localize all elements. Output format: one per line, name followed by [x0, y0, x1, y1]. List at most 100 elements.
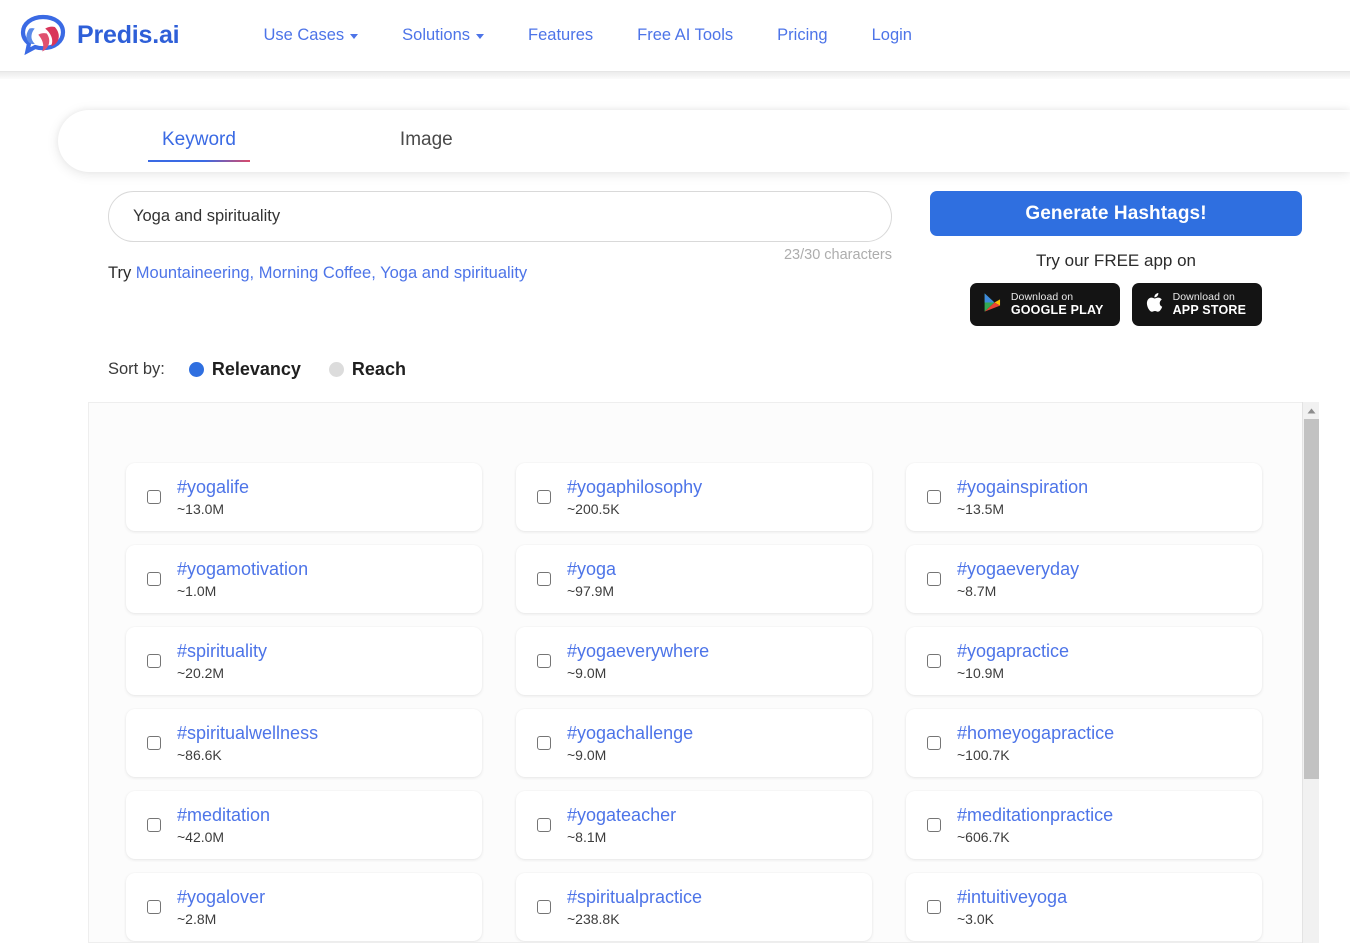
hashtag-checkbox[interactable] — [927, 736, 941, 750]
hashtag-reach-count: ~8.7M — [957, 583, 1079, 600]
nav-item-pricing[interactable]: Pricing — [755, 16, 849, 55]
hashtag-checkbox[interactable] — [927, 572, 941, 586]
hashtag-card-body: #yogaphilosophy~200.5K — [567, 477, 702, 518]
nav-item-use-cases[interactable]: Use Cases — [241, 16, 380, 55]
sort-by-label: Sort by: — [108, 360, 165, 379]
hashtag-card[interactable]: #meditationpractice~606.7K — [906, 791, 1262, 859]
hashtag-card[interactable]: #yogalover~2.8M — [126, 873, 482, 941]
hashtag-checkbox[interactable] — [537, 818, 551, 832]
tab-image[interactable]: Image — [398, 125, 455, 158]
keyword-search-input[interactable] — [108, 191, 892, 242]
hashtag-checkbox[interactable] — [147, 654, 161, 668]
try-suggestions: Try Mountaineering, Morning Coffee, Yoga… — [108, 264, 527, 283]
hashtag-card[interactable]: #yogaeverywhere ~9.0M — [516, 627, 872, 695]
hashtag-checkbox[interactable] — [147, 572, 161, 586]
hashtag-reach-count: ~9.0M — [567, 665, 709, 682]
hashtag-card[interactable]: #yogaeveryday ~8.7M — [906, 545, 1262, 613]
hashtag-checkbox[interactable] — [927, 654, 941, 668]
scrollbar-up-button[interactable] — [1303, 402, 1319, 419]
hashtag-card-body: #intuitiveyoga~3.0K — [957, 887, 1067, 928]
brand-logo-link[interactable]: Predis.ai — [18, 14, 179, 58]
hashtag-card[interactable]: #yogainspiration~13.5M — [906, 463, 1262, 531]
hashtag-card[interactable]: #yogamotivation~1.0M — [126, 545, 482, 613]
hashtag-card-body: #yoga~97.9M — [567, 559, 616, 600]
hashtag-card-body: #spiritualpractice~238.8K — [567, 887, 702, 928]
nav-item-login[interactable]: Login — [850, 16, 934, 55]
hashtag-card[interactable]: #meditation~42.0M — [126, 791, 482, 859]
nav-item-solutions[interactable]: Solutions — [380, 16, 506, 55]
hashtag-card-body: #yogapractice~10.9M — [957, 641, 1069, 682]
radio-relevancy-icon[interactable] — [189, 362, 204, 377]
radio-reach-icon[interactable] — [329, 362, 344, 377]
top-navigation-bar: Predis.ai Use Cases Solutions Features F… — [0, 0, 1350, 71]
hashtag-checkbox[interactable] — [927, 900, 941, 914]
nav-item-free-ai-tools[interactable]: Free AI Tools — [615, 16, 755, 55]
tab-bar: Keyword Image — [58, 110, 1350, 172]
hashtag-checkbox[interactable] — [927, 818, 941, 832]
hashtag-name: #yogaeverywhere — [567, 641, 709, 662]
character-counter: 23/30 characters — [784, 247, 892, 263]
hashtag-card[interactable]: #spirituality ~20.2M — [126, 627, 482, 695]
hashtag-name: #spiritualwellness — [177, 723, 318, 744]
scrollbar-thumb[interactable] — [1304, 419, 1319, 779]
hashtag-card-body: #yogateacher~8.1M — [567, 805, 676, 846]
hashtag-checkbox[interactable] — [927, 490, 941, 504]
sort-option-relevancy[interactable]: Relevancy — [189, 359, 301, 380]
hashtag-checkbox[interactable] — [147, 900, 161, 914]
hashtag-checkbox[interactable] — [537, 490, 551, 504]
hashtag-checkbox[interactable] — [537, 900, 551, 914]
suggestion-separator: , — [371, 264, 380, 282]
sort-option-reach-label: Reach — [352, 359, 406, 380]
hashtag-card-body: #spiritualwellness ~86.6K — [177, 723, 318, 764]
results-scrollbar[interactable] — [1302, 402, 1319, 943]
tab-keyword[interactable]: Keyword — [160, 125, 238, 158]
nav-item-solutions-label: Solutions — [402, 26, 470, 45]
hashtag-checkbox[interactable] — [537, 736, 551, 750]
hashtag-name: #yogalife — [177, 477, 249, 498]
try-our-free-app-label: Try our FREE app on — [930, 251, 1302, 271]
hashtag-card[interactable]: #yogateacher~8.1M — [516, 791, 872, 859]
suggestion-morning-coffee[interactable]: Morning Coffee — [259, 264, 372, 282]
hashtag-name: #yogateacher — [567, 805, 676, 826]
hashtag-name: #spirituality — [177, 641, 267, 662]
hashtag-reach-count: ~13.0M — [177, 501, 249, 518]
hashtag-card[interactable]: #spiritualwellness ~86.6K — [126, 709, 482, 777]
hashtag-checkbox[interactable] — [147, 736, 161, 750]
sort-option-reach[interactable]: Reach — [329, 359, 406, 380]
hashtag-card-body: #homeyogapractice~100.7K — [957, 723, 1114, 764]
hashtag-card[interactable]: #intuitiveyoga~3.0K — [906, 873, 1262, 941]
hashtag-checkbox[interactable] — [537, 572, 551, 586]
hashtag-name: #meditation — [177, 805, 270, 826]
hashtag-card-body: #meditation~42.0M — [177, 805, 270, 846]
app-store-badge[interactable]: Download on APP STORE — [1132, 283, 1263, 326]
generate-hashtags-button[interactable]: Generate Hashtags! — [930, 191, 1302, 236]
google-play-badge[interactable]: Download on GOOGLE PLAY — [970, 283, 1120, 326]
hashtag-card[interactable]: #homeyogapractice~100.7K — [906, 709, 1262, 777]
hashtag-card[interactable]: #yogalife ~13.0M — [126, 463, 482, 531]
hashtag-reach-count: ~86.6K — [177, 747, 318, 764]
suggestion-mountaineering[interactable]: Mountaineering — [136, 264, 250, 282]
triangle-up-icon — [1307, 408, 1316, 414]
hashtag-card[interactable]: #yogaphilosophy~200.5K — [516, 463, 872, 531]
hashtag-card[interactable]: #yoga~97.9M — [516, 545, 872, 613]
hashtag-card[interactable]: #yogachallenge~9.0M — [516, 709, 872, 777]
hashtag-checkbox[interactable] — [147, 490, 161, 504]
suggestion-separator: , — [250, 264, 259, 282]
hashtag-column: #yogaphilosophy~200.5K #yoga~97.9M #yogaev… — [516, 463, 872, 943]
nav-item-features[interactable]: Features — [506, 16, 615, 55]
chevron-down-icon — [350, 34, 358, 39]
hashtag-checkbox[interactable] — [537, 654, 551, 668]
hashtag-checkbox[interactable] — [147, 818, 161, 832]
hashtag-card[interactable]: #yogapractice~10.9M — [906, 627, 1262, 695]
hashtag-card-body: #yogaeveryday ~8.7M — [957, 559, 1079, 600]
app-store-small-label: Download on — [1173, 292, 1247, 304]
app-store-big-label: APP STORE — [1173, 303, 1247, 317]
hashtag-name: #yogaeveryday — [957, 559, 1079, 580]
hashtag-name: #yogalover — [177, 887, 265, 908]
suggestion-yoga-and-spirituality[interactable]: Yoga and spirituality — [380, 264, 527, 282]
hashtag-reach-count: ~20.2M — [177, 665, 267, 682]
hashtag-name: #spiritualpractice — [567, 887, 702, 908]
page-body: Keyword Image 23/30 characters Try Mount… — [0, 79, 1350, 943]
hashtag-card[interactable]: #spiritualpractice~238.8K — [516, 873, 872, 941]
hashtag-card-body: #yogachallenge~9.0M — [567, 723, 693, 764]
